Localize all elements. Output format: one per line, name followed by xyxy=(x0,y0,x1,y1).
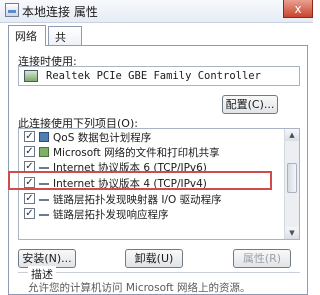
protocol-icon xyxy=(39,209,49,219)
checkbox[interactable]: ✓ xyxy=(24,193,35,204)
list-item-label: 链路层拓扑发现映射器 I/O 驱动程序 xyxy=(53,194,222,206)
scroll-up-icon[interactable]: ▲ xyxy=(285,129,299,141)
scroll-thumb[interactable] xyxy=(287,163,297,193)
client-icon xyxy=(39,147,49,157)
list-item-label: Microsoft 网络的文件和打印机共享 xyxy=(53,147,220,159)
protocol-icon xyxy=(39,194,49,204)
qos-icon xyxy=(39,132,49,142)
network-connection-icon xyxy=(5,3,19,17)
checkbox[interactable]: ✓ xyxy=(24,208,35,219)
ipv4-highlight-box xyxy=(8,171,272,190)
configure-button[interactable]: 配置(C)... xyxy=(222,95,278,114)
scroll-down-icon[interactable]: ▼ xyxy=(285,227,299,239)
list-item-file-printer-sharing[interactable]: ✓ Microsoft 网络的文件和打印机共享 xyxy=(22,144,284,159)
tab-sharing[interactable]: 共享 xyxy=(48,26,82,60)
adapter-name: Realtek PCIe GBE Family Controller xyxy=(46,70,261,82)
close-button[interactable]: x xyxy=(283,0,313,18)
description-text: 允许您的计算机访问 Microsoft 网络上的资源。 xyxy=(28,282,251,294)
checkbox[interactable]: ✓ xyxy=(24,131,35,142)
tab-network[interactable]: 网络 xyxy=(8,25,46,46)
title-bar: 本地连接 属性 x xyxy=(0,0,313,23)
list-scrollbar[interactable]: ▲ ▼ xyxy=(284,129,299,239)
window-title: 本地连接 属性 xyxy=(22,5,98,19)
list-item-qos[interactable]: ✓ QoS 数据包计划程序 xyxy=(22,129,284,144)
list-item-label: 链路层拓扑发现响应程序 xyxy=(53,209,169,221)
checkbox[interactable]: ✓ xyxy=(24,146,35,157)
list-item-label: QoS 数据包计划程序 xyxy=(53,132,152,144)
properties-button[interactable]: 属性(R) xyxy=(233,249,291,268)
list-item-lltd-responder[interactable]: ✓ 链路层拓扑发现响应程序 xyxy=(22,206,284,221)
network-adapter-icon xyxy=(24,70,38,82)
list-item-lltd-mapper[interactable]: ✓ 链路层拓扑发现映射器 I/O 驱动程序 xyxy=(22,191,284,206)
uninstall-button[interactable]: 卸载(U) xyxy=(125,249,183,268)
adapter-field: Realtek PCIe GBE Family Controller xyxy=(18,66,300,86)
